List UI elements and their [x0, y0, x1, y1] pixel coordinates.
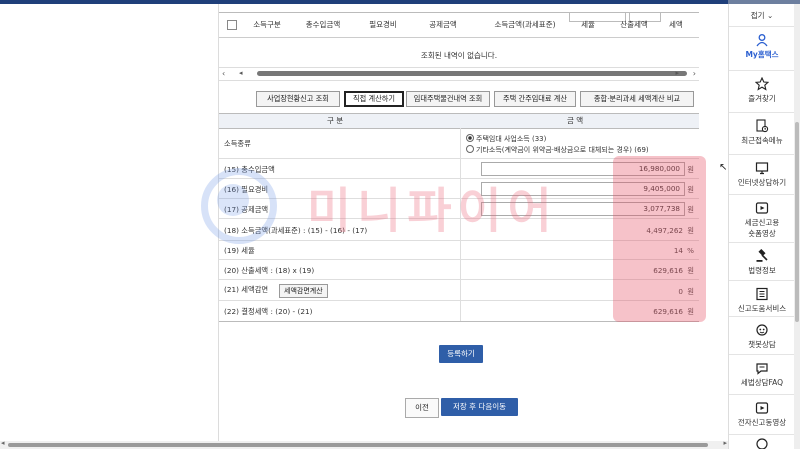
save-next-button[interactable]: 저장 후 다음이동 [441, 398, 518, 416]
chatbot-icon [756, 324, 768, 336]
sidebar-item-favorites[interactable]: 즐겨찾기 [729, 70, 795, 115]
col-deduction: 공제금액 [429, 20, 457, 29]
recent-doc-icon [756, 119, 769, 133]
select-all-checkbox[interactable] [227, 20, 237, 30]
book-icon [756, 287, 768, 301]
sidebar-item-my-hometax[interactable]: My홈택스 [729, 26, 795, 71]
amount-highlight-overlay [613, 156, 706, 322]
sidebar-item-shortform-video[interactable]: 세금신고용 숏폼영상 [729, 194, 795, 247]
sidebar-item-efiling-video[interactable]: 전자신고동영상 [729, 394, 795, 439]
scroll-right-icon[interactable]: › [693, 69, 696, 78]
col-expenses: 필요경비 [369, 20, 397, 29]
play-icon [755, 202, 769, 214]
rental-housing-lookup-button[interactable]: 임대주택물건내역 조회 [406, 91, 490, 107]
radio-other-income[interactable]: 기타소득(계약금이 위약금·배상금으로 대체되는 경우) (69) [466, 145, 649, 155]
sidebar-item-online-consult[interactable]: 인터넷상담하기 [729, 154, 795, 199]
scroll-left-arrow-icon[interactable]: ◂ [239, 69, 243, 77]
chevron-down-icon: ⌄ [766, 11, 774, 20]
header-amount: 금 액 [567, 116, 584, 125]
income-type-label: 소득종류 [224, 139, 251, 148]
col-taxable-income: 소득금액(과세표준) [494, 20, 556, 29]
business-report-lookup-button[interactable]: 사업장현황신고 조회 [256, 91, 340, 107]
tax-reduction-calc-button[interactable]: 세액감면계산 [279, 284, 328, 298]
page-horizontal-scrollbar[interactable]: ◂ ▸ [0, 439, 728, 449]
col-tax-rate: 세율 [581, 20, 595, 29]
col-tax: 세액 [669, 20, 683, 29]
scroll-left-icon[interactable]: ‹ [222, 69, 225, 78]
mouse-cursor-icon: ↖ [719, 162, 728, 173]
prev-button[interactable]: 이전 [405, 398, 439, 418]
empty-result-message: 조회된 내역이 없습니다. [420, 51, 498, 60]
scroll-left-icon[interactable]: ◂ [1, 439, 5, 447]
sidebar-item-recent-menu[interactable]: 최근접속메뉴 [729, 112, 795, 157]
income-type-row: 소득종류 주택임대 사업소득 (33) 기타소득(계약금이 위약금·배상금으로 … [219, 128, 699, 159]
gavel-icon [756, 249, 768, 262]
sidebar-item-tax-faq[interactable]: 세법상담FAQ [729, 354, 795, 399]
register-button[interactable]: 등록하기 [439, 345, 483, 363]
form-header: 구 분 금 액 [219, 113, 699, 129]
col-calculated-tax: 산출세액 [620, 20, 648, 29]
scroll-right-arrow-icon[interactable]: ▸ [675, 69, 679, 77]
monitor-icon [755, 162, 769, 175]
star-icon [755, 77, 769, 91]
person-icon [756, 34, 768, 47]
direct-calculate-button[interactable]: 직접 계산하기 [344, 91, 404, 107]
deemed-rent-calculate-button[interactable]: 주택 간주임대료 계산 [494, 91, 576, 107]
right-quick-menu: 접기 ⌄ My홈택스 즐겨찾기 최근접속메뉴 인터넷상담하기 세금신고용 숏폼영… [728, 4, 795, 449]
sidebar-item-partial[interactable] [729, 434, 795, 449]
scroll-right-icon[interactable]: ▸ [723, 439, 727, 447]
chat-icon [756, 438, 768, 449]
col-gross-income: 총수입금액 [305, 20, 341, 29]
scroll-thumb[interactable] [257, 71, 687, 76]
page-vertical-scrollbar[interactable] [794, 4, 800, 449]
collapse-toggle[interactable]: 접기 ⌄ [729, 10, 795, 21]
radio-housing-rental[interactable]: 주택임대 사업소득 (33) [466, 134, 546, 144]
table-horizontal-scrollbar[interactable]: ‹ ◂ ▸ › [219, 67, 699, 81]
chat-icon [756, 363, 768, 375]
play-icon [755, 402, 769, 414]
col-income-type: 소득구분 [253, 20, 281, 29]
tax-comparison-button[interactable]: 종합·분리과세 세액계산 비교 [580, 91, 694, 107]
page-scroll-thumb[interactable] [8, 443, 708, 447]
header-category: 구 분 [327, 116, 344, 125]
income-result-table-header: 소득구분 총수입금액 필요경비 공제금액 소득금액(과세표준) 세율 산출세액 … [219, 12, 699, 38]
